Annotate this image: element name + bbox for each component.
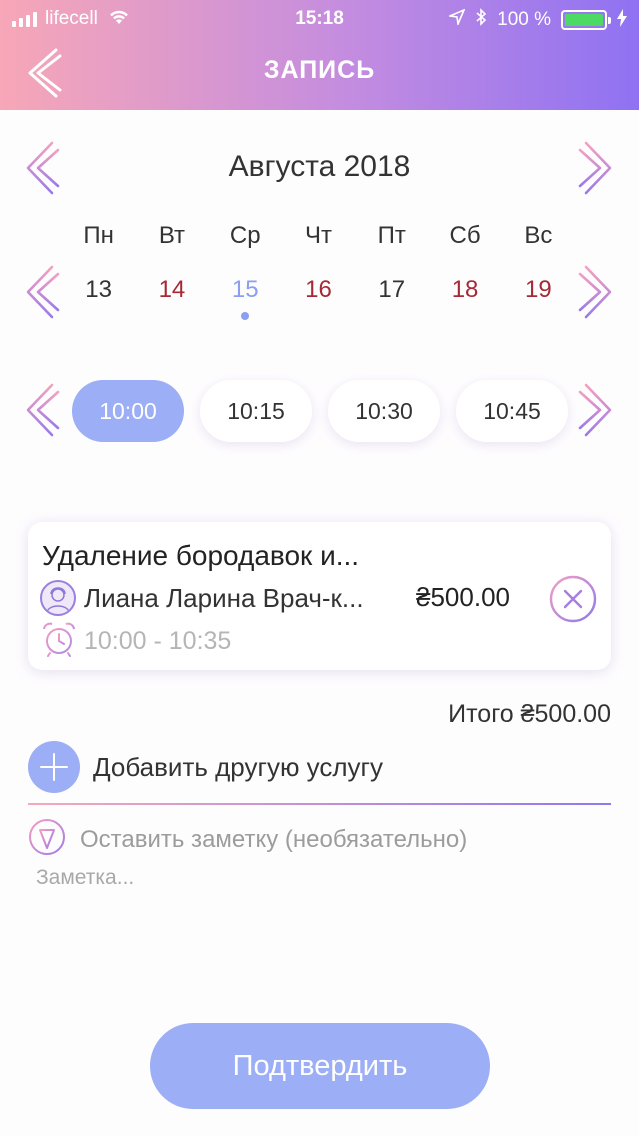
- weekday-label: Пт: [377, 222, 406, 249]
- doctor-name: Лиана Ларина Врач-к...: [84, 582, 364, 613]
- time-slot-selected[interactable]: 10:00: [72, 380, 184, 442]
- booking-screen: lifecell 15:18 100 % ЗАПИСЬ Августа 2018…: [0, 0, 639, 1136]
- day-16[interactable]: Чт 16: [282, 222, 355, 320]
- add-service-button[interactable]: Добавить другую услугу: [28, 741, 383, 793]
- weekday-label: Сб: [449, 222, 481, 249]
- service-price: ₴500.00: [416, 582, 510, 612]
- page-title: ЗАПИСЬ: [263, 56, 376, 84]
- day-17[interactable]: Пт 17: [355, 222, 428, 320]
- day-19[interactable]: Вс 19: [502, 222, 575, 320]
- day-14[interactable]: Вт 14: [135, 222, 208, 320]
- alarm-clock-icon: [40, 620, 78, 663]
- status-right: 100 %: [447, 8, 627, 32]
- header-bar: lifecell 15:18 100 % ЗАПИСЬ: [0, 0, 639, 110]
- divider: [28, 803, 611, 805]
- status-bar: lifecell 15:18 100 %: [0, 0, 639, 36]
- time-slot[interactable]: 10:45: [456, 380, 568, 442]
- appointment-time-range: 10:00 - 10:35: [84, 627, 232, 655]
- time-slot[interactable]: 10:30: [328, 380, 440, 442]
- confirm-button[interactable]: Подтвердить: [150, 1023, 490, 1109]
- day-13[interactable]: Пн 13: [62, 222, 135, 320]
- weekday-label: Чт: [304, 222, 332, 249]
- weekday-label: Пн: [83, 222, 114, 249]
- day-15[interactable]: Ср 15: [209, 222, 282, 320]
- prev-week-button[interactable]: [24, 264, 60, 320]
- date-label: 13: [85, 276, 112, 303]
- bluetooth-icon: [475, 8, 487, 32]
- doctor-avatar: [40, 580, 76, 616]
- booking-card: Удаление бородавок и... Лиана Ларина Вра…: [28, 522, 611, 670]
- date-label: 17: [378, 276, 406, 303]
- note-header: Оставить заметку (необязательно): [28, 818, 467, 861]
- service-name: Удаление бородавок и...: [42, 540, 360, 571]
- location-icon: [447, 8, 466, 31]
- note-input[interactable]: [36, 866, 606, 986]
- note-label: Оставить заметку (необязательно): [80, 825, 468, 853]
- day-18[interactable]: Сб 18: [428, 222, 501, 320]
- date-label: 19: [524, 276, 552, 303]
- charging-icon: [617, 8, 627, 32]
- weekday-label: Вт: [158, 222, 186, 249]
- doctor-row: Лиана Ларина Врач-к...: [40, 580, 364, 616]
- date-label: 18: [451, 276, 479, 303]
- weekday-label: Вс: [524, 222, 553, 249]
- battery-percent: 100 %: [497, 9, 551, 30]
- next-times-button[interactable]: [578, 382, 614, 438]
- month-label: Августа 2018: [228, 150, 411, 183]
- selected-day-indicator: [241, 312, 250, 320]
- total-price: Итого ₴500.00: [448, 700, 611, 728]
- time-slot[interactable]: 10:15: [200, 380, 312, 442]
- date-label: 14: [158, 276, 186, 303]
- next-week-button[interactable]: [578, 264, 614, 320]
- battery-icon: [561, 10, 611, 30]
- plus-icon: [28, 741, 80, 793]
- date-label: 15: [231, 276, 259, 303]
- week-days: Пн 13 Вт 14 Ср 15 Чт 16 Пт 17 Сб 18 Вс 19: [62, 222, 575, 320]
- time-slot-list: 10:00 10:15 10:30 10:45: [72, 380, 568, 442]
- add-service-label: Добавить другую услугу: [93, 751, 384, 782]
- prev-times-button[interactable]: [24, 382, 60, 438]
- weekday-label: Ср: [229, 222, 261, 249]
- remove-service-button[interactable]: [549, 575, 597, 623]
- time-row: 10:00 - 10:35: [40, 620, 231, 663]
- date-label: 16: [305, 276, 332, 303]
- next-month-button[interactable]: [578, 140, 614, 196]
- pencil-icon: [28, 818, 66, 861]
